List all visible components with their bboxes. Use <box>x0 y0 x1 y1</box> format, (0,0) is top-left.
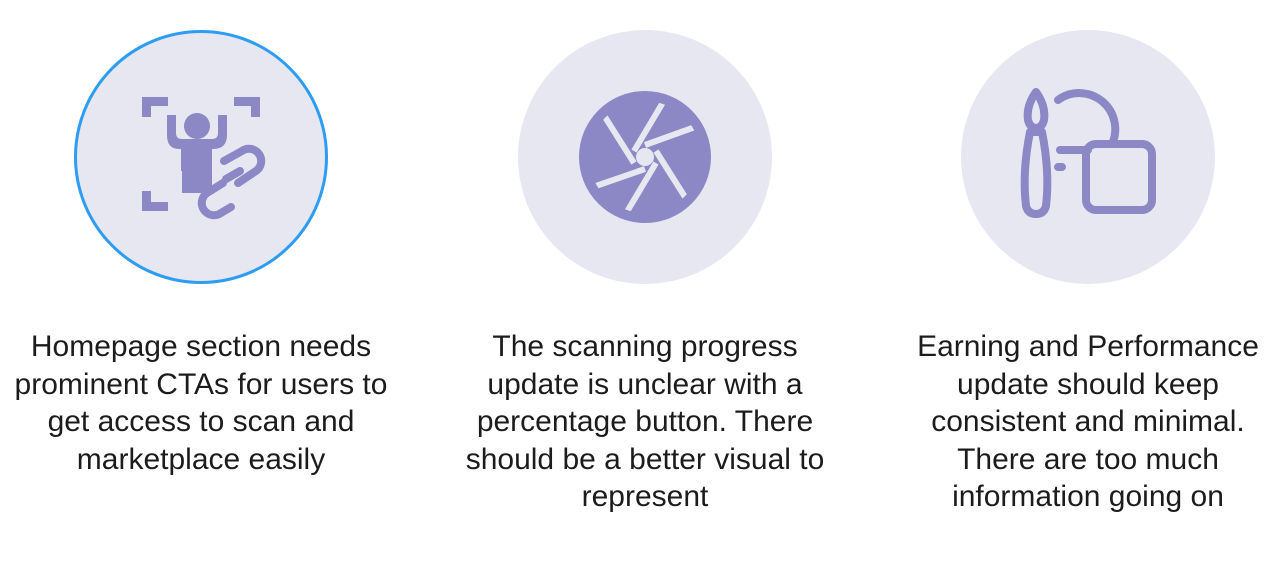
feedback-text: Homepage section needs prominent CTAs fo… <box>14 330 388 476</box>
feedback-cards: Homepage section needs prominent CTAs fo… <box>0 0 1268 576</box>
icon-circle[interactable] <box>961 30 1215 284</box>
icon-circle-selected[interactable] <box>74 30 328 284</box>
icon-circle[interactable] <box>518 30 772 284</box>
camera-aperture-icon <box>579 91 711 223</box>
feedback-text: The scanning progress update is unclear … <box>465 330 825 513</box>
user-scan-link-icon <box>142 97 266 220</box>
feedback-text: Earning and Performance update should ke… <box>917 330 1259 513</box>
brush-shapes-icon <box>1020 88 1156 218</box>
